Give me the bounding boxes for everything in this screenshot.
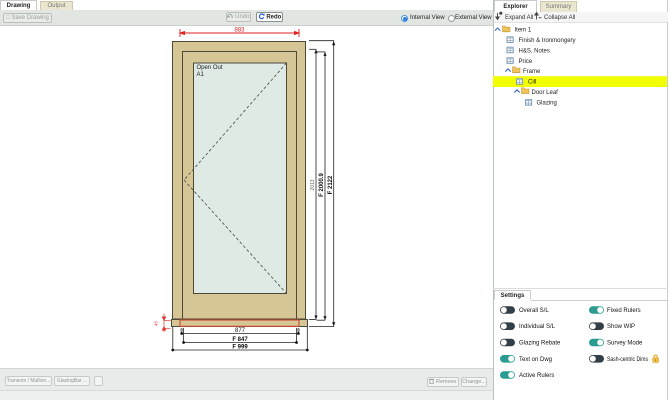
svg-text:Glazing Rebate: Glazing Rebate bbox=[519, 341, 561, 347]
svg-text:Individual S/L: Individual S/L bbox=[519, 324, 556, 330]
svg-text:A1: A1 bbox=[197, 72, 205, 78]
svg-text:F 2000.9: F 2000.9 bbox=[319, 172, 325, 196]
svg-text:F 847: F 847 bbox=[232, 337, 248, 343]
svg-text:Survey Mode: Survey Mode bbox=[607, 341, 643, 347]
svg-text:Frame: Frame bbox=[523, 69, 541, 75]
svg-text:45: 45 bbox=[154, 321, 159, 327]
svg-text:Price: Price bbox=[519, 59, 533, 65]
svg-text:877: 877 bbox=[235, 328, 246, 334]
svg-text:883: 883 bbox=[234, 28, 245, 34]
svg-text:H&S, Notes: H&S, Notes bbox=[519, 49, 550, 55]
svg-text:Sash-centric Dims: Sash-centric Dims bbox=[607, 357, 648, 363]
svg-text:Text on Dwg: Text on Dwg bbox=[519, 357, 552, 363]
svg-text:Finish & Ironmongery: Finish & Ironmongery bbox=[519, 38, 576, 44]
svg-text:Glazing: Glazing bbox=[537, 101, 557, 107]
svg-text:F 2122: F 2122 bbox=[328, 175, 334, 194]
svg-text:Show WIP: Show WIP bbox=[607, 324, 635, 330]
svg-text:Collapse All: Collapse All bbox=[544, 15, 575, 21]
svg-text:Item 1: Item 1 bbox=[515, 28, 532, 34]
svg-text:Fixed Rulers: Fixed Rulers bbox=[607, 308, 641, 314]
svg-text:Active Rulers: Active Rulers bbox=[519, 373, 554, 379]
svg-text:Expand All: Expand All bbox=[505, 15, 533, 21]
svg-text:Door Leaf: Door Leaf bbox=[532, 90, 559, 96]
svg-text:Open Out: Open Out bbox=[197, 65, 223, 71]
svg-text:Cill: Cill bbox=[528, 80, 536, 86]
svg-text:2013: 2013 bbox=[310, 179, 316, 190]
svg-text:Overall S/L: Overall S/L bbox=[519, 308, 549, 314]
svg-text:F 999: F 999 bbox=[232, 345, 248, 351]
